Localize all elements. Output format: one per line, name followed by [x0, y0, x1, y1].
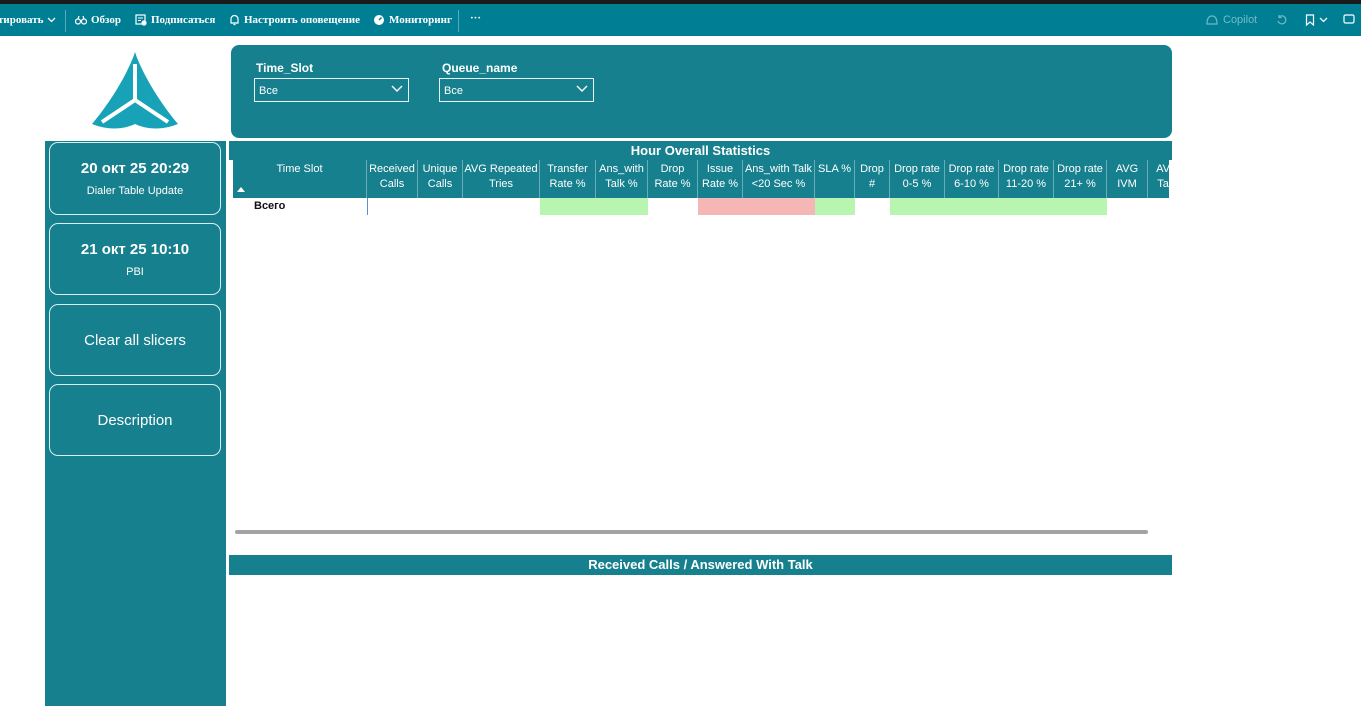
chevron-down-icon — [391, 85, 403, 92]
table-header: Time Slot Received Calls Unique Calls AVG … — [233, 160, 1169, 198]
cell-sla — [815, 198, 855, 215]
queue-name-value: Все — [444, 85, 463, 97]
queue-name-slicer-label: Queue_name — [442, 61, 518, 75]
set-alert-button[interactable]: Настроить оповещение — [229, 14, 360, 26]
dialer-update-datetime: 20 окт 25 20:29 — [80, 160, 190, 177]
clear-slicers-label: Clear all slicers — [84, 331, 186, 349]
dialer-update-card: 20 окт 25 20:29 Dialer Table Update — [49, 142, 221, 215]
window-icon — [1343, 14, 1355, 24]
undo-button[interactable] — [1276, 14, 1287, 25]
more-options-icon: ··· — [470, 12, 482, 24]
pbi-update-card: 21 окт 25 10:10 PBI — [49, 223, 221, 295]
binoculars-icon — [75, 15, 87, 25]
export-menu[interactable]: тировать — [0, 14, 56, 26]
dialer-update-label: Dialer Table Update — [86, 185, 184, 197]
sidebar: 20 окт 25 20:29 Dialer Table Update 21 о… — [45, 141, 226, 706]
alert-label: Настроить оповещение — [244, 14, 361, 26]
gauge-icon — [374, 15, 384, 25]
cell-drop-rate-6-10 — [945, 198, 999, 215]
bell-icon — [230, 14, 239, 26]
description-label: Description — [97, 411, 173, 429]
sort-ascending-icon[interactable] — [237, 186, 245, 192]
table-horizontal-scrollbar[interactable] — [235, 530, 1148, 534]
column-header-issue-rate[interactable]: Issue Rate % — [698, 160, 743, 198]
chevron-down-icon — [576, 85, 588, 92]
undo-icon — [1277, 15, 1287, 25]
monitoring-label: Мониторинг — [389, 14, 452, 26]
window-button[interactable] — [1343, 14, 1355, 24]
chevron-down-icon — [48, 17, 56, 23]
column-header-time-slot[interactable]: Time Slot — [233, 160, 367, 198]
cell-issue-rate — [698, 198, 743, 215]
total-row-label: Всего — [254, 200, 286, 212]
pbi-update-datetime: 21 окт 25 10:10 — [80, 240, 190, 258]
column-header-drop-rate-0-5[interactable]: Drop rate 0-5 % — [890, 160, 945, 198]
chevron-down-icon — [1319, 17, 1328, 23]
column-header-drop-rate[interactable]: Drop Rate % — [648, 160, 698, 198]
column-header-ans-with-talk[interactable]: Ans_with Talk % — [596, 160, 648, 198]
cell-drop-rate-21-plus — [1054, 198, 1107, 215]
subscribe-icon — [135, 14, 147, 26]
column-header-drop-rate-21-plus[interactable]: Drop rate 21+ % — [1054, 160, 1107, 198]
copilot-label: Copilot — [1223, 14, 1258, 26]
time-slot-slicer-label: Time_Slot — [256, 61, 314, 75]
subscribe-label: Подписаться — [151, 14, 216, 26]
bookmark-menu[interactable] — [1305, 14, 1328, 26]
cell-drop-rate-11-20 — [999, 198, 1054, 215]
queue-name-dropdown[interactable]: Все — [439, 78, 594, 102]
time-slot-value: Все — [259, 85, 278, 97]
company-logo — [92, 52, 178, 129]
overview-label: Обзор — [91, 14, 122, 26]
column-header-transfer-rate[interactable]: Transfer Rate % — [540, 160, 596, 198]
cell-transfer-rate — [540, 198, 596, 215]
chart-title: Received Calls / Answered With Talk — [229, 555, 1172, 575]
toolbar-divider — [458, 10, 459, 32]
column-header-ans-with-talk-20sec[interactable]: Ans_with Talk <20 Sec % — [743, 160, 815, 198]
clear-slicers-button[interactable]: Clear all slicers — [49, 304, 221, 376]
column-header-avg-ivm[interactable]: AVG IVM — [1107, 160, 1148, 198]
slicer-panel: Time_Slot Все Queue_name Все — [231, 45, 1172, 138]
monitoring-button[interactable]: Мониторинг — [373, 14, 452, 26]
table-title: Hour Overall Statistics — [229, 141, 1172, 160]
column-header-sla[interactable]: SLA % — [815, 160, 855, 198]
cell-cursor — [367, 198, 368, 215]
cell-drop-rate-0-5 — [890, 198, 945, 215]
column-header-drop-rate-6-10[interactable]: Drop rate 6-10 % — [945, 160, 999, 198]
column-header-drop-rate-11-20[interactable]: Drop rate 11-20 % — [999, 160, 1054, 198]
subscribe-button[interactable]: Подписаться — [135, 14, 215, 26]
description-button[interactable]: Description — [49, 384, 221, 456]
copilot-button[interactable]: Copilot — [1205, 14, 1257, 26]
time-slot-dropdown[interactable]: Все — [254, 78, 409, 102]
cell-ans-with-talk-20sec — [743, 198, 815, 215]
column-header-avg-talk[interactable]: AV Ta — [1148, 160, 1169, 198]
export-label: тировать — [0, 14, 44, 26]
cell-ans-with-talk — [596, 198, 648, 215]
column-header-drop-count[interactable]: Drop # — [855, 160, 890, 198]
toolbar-divider — [65, 10, 66, 32]
bookmark-icon — [1305, 14, 1315, 26]
column-header-unique-calls[interactable]: Unique Calls — [418, 160, 463, 198]
top-toolbar: тировать Обзор Подписаться Настроить опо… — [0, 0, 1361, 36]
copilot-icon — [1206, 15, 1218, 25]
more-options-button[interactable]: ··· — [470, 12, 481, 24]
column-header-avg-repeated-tries[interactable]: AVG Repeated Tries — [463, 160, 540, 198]
table-row-total[interactable]: Всего — [233, 198, 1169, 215]
pbi-update-label: PBI — [126, 265, 144, 278]
column-header-received-calls[interactable]: Received Calls — [367, 160, 418, 198]
overview-button[interactable]: Обзор — [75, 14, 121, 26]
